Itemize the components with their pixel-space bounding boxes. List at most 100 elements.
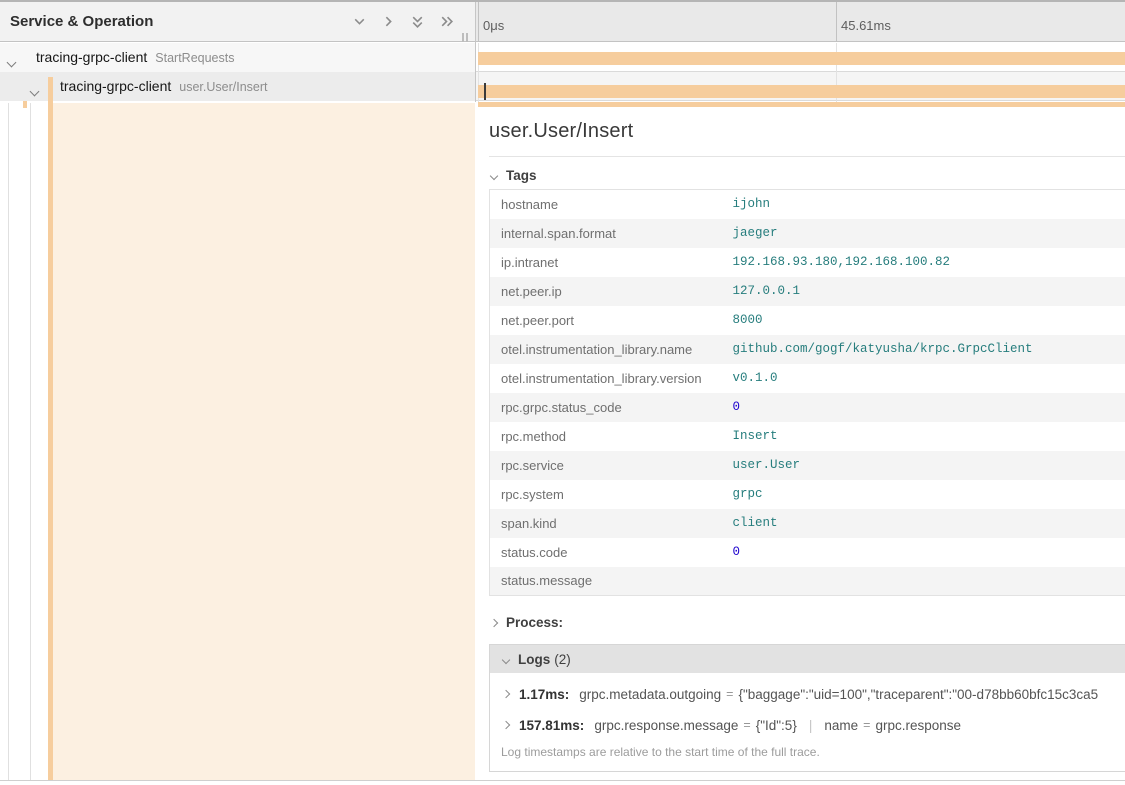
tags-accordion-header[interactable]: Tags (489, 161, 1125, 189)
ruler-tick-label: 0μs (483, 2, 504, 42)
tag-row: span.kindclient (490, 509, 1125, 538)
collapse-one-icon[interactable] (380, 14, 396, 30)
tag-key: hostname (490, 190, 733, 219)
log-field-key: name (824, 718, 858, 733)
column-resizer-grip[interactable] (462, 29, 470, 39)
tag-row: net.peer.port8000 (490, 306, 1125, 335)
chevron-right-icon (502, 690, 510, 698)
tag-row: hostnameijohn (490, 190, 1125, 219)
tree-guide-line (30, 103, 31, 780)
tag-key: rpc.system (490, 480, 733, 509)
tag-value: 192.168.93.180,192.168.100.82 (733, 248, 1125, 277)
tag-key: ip.intranet (490, 248, 733, 277)
logs-section: Logs (2) 1.17ms: grpc.metadata.outgoing = {… (489, 644, 1125, 772)
service-operation-header: Service & Operation (0, 2, 476, 42)
tag-row: status.message (490, 567, 1125, 596)
trace-timeline-view: Service & Operation 0μs 45.61ms tracing-g… (0, 0, 1125, 785)
expand-collapse-toolbar (351, 14, 476, 30)
chevron-down-icon[interactable] (8, 53, 15, 71)
span-detail-panel: user.User/Insert Tags hostnameijohninter… (476, 107, 1125, 780)
log-field-value: {"baggage":"uid=100","traceparent":"00-d… (738, 687, 1098, 702)
tag-key: rpc.service (490, 451, 733, 480)
logs-body: 1.17ms: grpc.metadata.outgoing = {"baggage"… (490, 673, 1125, 771)
tag-row: rpc.grpc.status_code0 (490, 393, 1125, 422)
logs-count: (2) (554, 652, 571, 667)
operation-name: StartRequests (155, 51, 234, 65)
tags-table: hostnameijohninternal.span.formatjaegeri… (489, 189, 1125, 596)
tag-value: 127.0.0.1 (733, 277, 1125, 306)
log-field-key: grpc.metadata.outgoing (579, 687, 721, 702)
tag-value: grpc (733, 480, 1125, 509)
span-bar-user-insert[interactable] (478, 85, 1125, 98)
span-bar-startrequests[interactable] (478, 52, 1125, 65)
tag-value: 8000 (733, 306, 1125, 335)
tag-key: status.code (490, 538, 733, 567)
tag-key: rpc.method (490, 422, 733, 451)
tag-value: Insert (733, 422, 1125, 451)
tag-key: status.message (490, 567, 733, 596)
service-name: tracing-grpc-client (60, 78, 171, 94)
log-field-value: grpc.response (875, 718, 961, 733)
span-self-time-marker (484, 83, 486, 100)
tag-key: rpc.grpc.status_code (490, 393, 733, 422)
log-entry[interactable]: 1.17ms: grpc.metadata.outgoing = {"baggage"… (501, 683, 1125, 705)
process-accordion-header[interactable]: Process: (489, 609, 1125, 635)
tag-row: rpc.methodInsert (490, 422, 1125, 451)
tag-value: ijohn (733, 190, 1125, 219)
detail-row-bottom-border (0, 780, 1125, 781)
chevron-down-icon (491, 166, 497, 184)
tag-value: 0 (733, 538, 1125, 567)
expand-all-icon[interactable] (409, 14, 425, 30)
tag-key: net.peer.port (490, 306, 733, 335)
tag-value: v0.1.0 (733, 364, 1125, 393)
tree-row-startrequests[interactable]: tracing-grpc-client StartRequests (0, 43, 475, 72)
equals-sign: = (726, 687, 733, 701)
tag-value: 0 (733, 393, 1125, 422)
tags-label: Tags (506, 168, 537, 183)
log-field-key: grpc.response.message (594, 718, 738, 733)
log-timestamp: 157.81ms: (519, 718, 584, 733)
equals-sign: = (863, 718, 870, 732)
ruler-tick-label: 45.61ms (841, 2, 891, 42)
service-operation-title: Service & Operation (0, 13, 153, 30)
tag-row: ip.intranet192.168.93.180,192.168.100.82 (490, 248, 1125, 277)
tag-key: otel.instrumentation_library.name (490, 335, 733, 364)
tag-row: otel.instrumentation_library.versionv0.1… (490, 364, 1125, 393)
ruler-tick-line (478, 2, 479, 42)
chevron-right-icon (502, 721, 510, 729)
tag-row: net.peer.ip127.0.0.1 (490, 277, 1125, 306)
chevron-down-icon[interactable] (31, 82, 38, 100)
logs-footer-note: Log timestamps are relative to the start… (501, 745, 1125, 759)
logs-accordion-header[interactable]: Logs (2) (490, 645, 1125, 673)
tag-value: client (733, 509, 1125, 538)
tag-value (733, 567, 1125, 596)
chevron-right-icon (491, 613, 497, 631)
tag-row: internal.span.formatjaeger (490, 219, 1125, 248)
detail-divider (489, 156, 1125, 157)
process-label: Process: (506, 615, 563, 630)
logs-label: Logs (518, 652, 550, 667)
log-timestamp: 1.17ms: (519, 687, 569, 702)
tag-key: net.peer.ip (490, 277, 733, 306)
service-name: tracing-grpc-client (36, 49, 147, 65)
span-detail-title: user.User/Insert (489, 117, 1125, 145)
collapse-all-icon[interactable] (438, 14, 454, 30)
tag-key: internal.span.format (490, 219, 733, 248)
tree-row-user-user-insert[interactable]: tracing-grpc-clientuser.User/Insert (0, 72, 475, 101)
tag-row: status.code0 (490, 538, 1125, 567)
tag-row: otel.instrumentation_library.namegithub.… (490, 335, 1125, 364)
tag-key: otel.instrumentation_library.version (490, 364, 733, 393)
tag-key: span.kind (490, 509, 733, 538)
log-field-value: {"Id":5} (756, 718, 797, 733)
log-entry[interactable]: 157.81ms:grpc.response.message={"Id":5}|… (501, 714, 1125, 736)
tree-guide-line (8, 103, 9, 780)
tag-row: rpc.systemgrpc (490, 480, 1125, 509)
tag-value: user.User (733, 451, 1125, 480)
column-divider[interactable] (475, 2, 476, 102)
timeline-ruler[interactable]: 0μs 45.61ms (476, 2, 1125, 42)
tag-value: jaeger (733, 219, 1125, 248)
expand-one-icon[interactable] (351, 14, 367, 30)
tag-value: github.com/gogf/katyusha/krpc.GrpcClient (733, 335, 1125, 364)
chevron-down-icon (503, 650, 509, 668)
ruler-tick-line (836, 2, 837, 42)
